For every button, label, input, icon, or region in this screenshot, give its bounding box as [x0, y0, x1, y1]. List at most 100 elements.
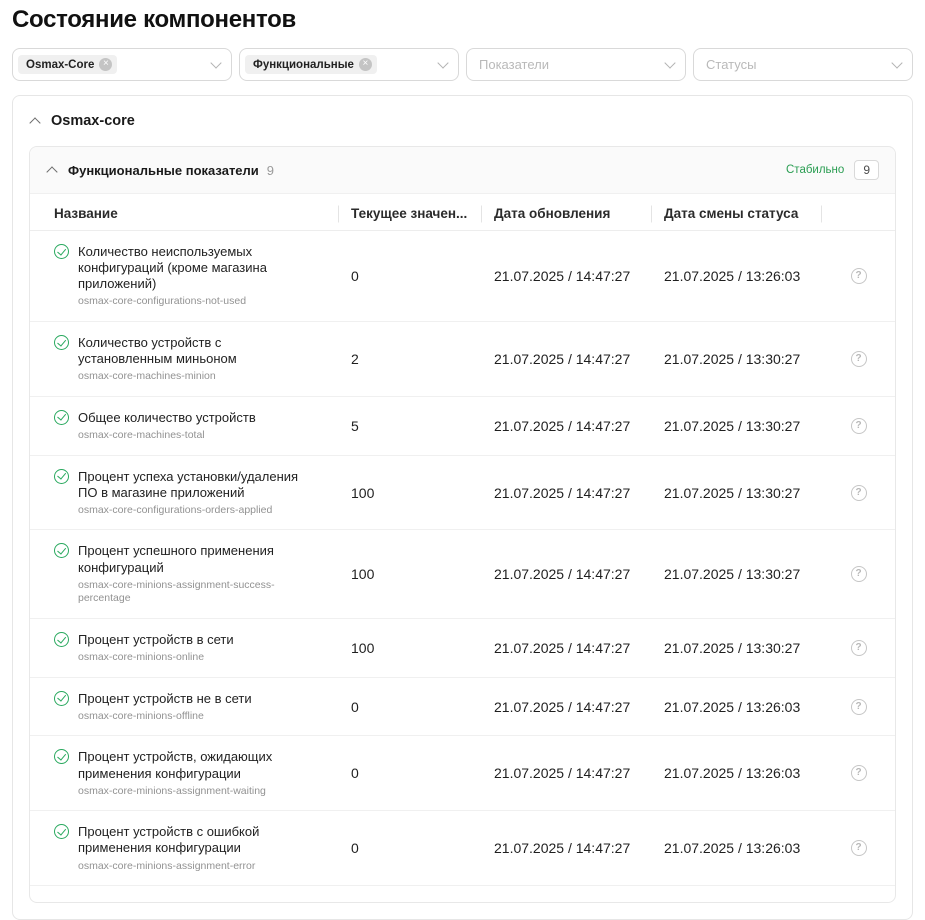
filter-components-select[interactable]: Osmax-Core [12, 48, 232, 81]
card-header: Функциональные показатели 9 Стабильно 9 [30, 147, 895, 194]
table-row: Количество устройств с установленным мин… [30, 322, 895, 397]
table-row: Количество неиспользуемых конфигураций (… [30, 231, 895, 322]
metric-status-changed: 21.07.2025 / 13:30:27 [652, 566, 822, 582]
help-icon[interactable] [851, 485, 867, 501]
metric-code: osmax-core-minions-online [78, 651, 234, 665]
help-icon[interactable] [851, 351, 867, 367]
chip-close-icon[interactable] [99, 58, 112, 71]
card-title: Функциональные показатели [68, 163, 259, 178]
metric-code: osmax-core-minions-offline [78, 710, 252, 724]
metric-value: 100 [339, 640, 482, 656]
metric-code: osmax-core-minions-assignment-waiting [78, 785, 306, 799]
metric-name: Процент успеха установки/удаления ПО в м… [78, 469, 306, 501]
metric-status-changed: 21.07.2025 / 13:26:03 [652, 268, 822, 284]
metric-code: osmax-core-configurations-not-used [78, 295, 306, 309]
filter-chip-label: Функциональные [253, 59, 354, 71]
column-header-name: Название [30, 206, 339, 221]
filter-indicators-select[interactable]: Показатели [466, 48, 686, 81]
filter-bar: Osmax-Core Функциональные Показатели Ста… [12, 48, 913, 81]
metric-updated: 21.07.2025 / 14:47:27 [482, 418, 652, 434]
status-ok-icon [54, 749, 69, 764]
table-row: Процент устройств не в сети osmax-core-m… [30, 678, 895, 737]
page-title: Состояние компонентов [12, 4, 913, 48]
metric-value: 100 [339, 485, 482, 501]
card-count: 9 [267, 163, 274, 178]
column-header-updated: Дата обновления [482, 206, 652, 221]
filter-chip-groups: Функциональные [245, 55, 377, 74]
metric-name: Общее количество устройств [78, 410, 256, 426]
help-icon[interactable] [851, 765, 867, 781]
metric-name: Процент устройств не в сети [78, 691, 252, 707]
filter-placeholder: Статусы [699, 57, 756, 72]
chevron-down-icon [891, 57, 902, 68]
metric-status-changed: 21.07.2025 / 13:30:27 [652, 485, 822, 501]
metric-name: Количество неиспользуемых конфигураций (… [78, 244, 306, 292]
metric-updated: 21.07.2025 / 14:47:27 [482, 268, 652, 284]
component-group-panel: Osmax-core Функциональные показатели 9 С… [12, 95, 913, 920]
metric-status-changed: 21.07.2025 / 13:30:27 [652, 640, 822, 656]
metric-code: osmax-core-minions-assignment-error [78, 860, 306, 874]
table-row: Процент устройств с ошибкой применения к… [30, 811, 895, 886]
metric-updated: 21.07.2025 / 14:47:27 [482, 566, 652, 582]
group-title: Osmax-core [51, 113, 135, 129]
metric-value: 2 [339, 351, 482, 367]
status-label: Стабильно [786, 164, 844, 176]
filter-chip-label: Osmax-Core [26, 59, 94, 71]
component-status-page: Состояние компонентов Osmax-Core Функцио… [0, 0, 925, 920]
metric-name: Процент устройств в сети [78, 632, 234, 648]
metric-code: osmax-core-machines-minion [78, 370, 306, 384]
filter-chip-components: Osmax-Core [18, 55, 117, 74]
metric-value: 0 [339, 699, 482, 715]
chip-close-icon[interactable] [359, 58, 372, 71]
metric-updated: 21.07.2025 / 14:47:27 [482, 640, 652, 656]
chevron-down-icon [437, 57, 448, 68]
metric-status-changed: 21.07.2025 / 13:30:27 [652, 351, 822, 367]
table-row: Общее количество устройств osmax-core-ma… [30, 397, 895, 456]
chevron-down-icon [210, 57, 221, 68]
metric-code: osmax-core-minions-assignment-success-pe… [78, 579, 306, 606]
metric-name: Процент успешного применения конфигураци… [78, 543, 306, 575]
filter-statuses-select[interactable]: Статусы [693, 48, 913, 81]
metric-name: Количество устройств с установленным мин… [78, 335, 306, 367]
help-icon[interactable] [851, 840, 867, 856]
metric-code: osmax-core-machines-total [78, 429, 256, 443]
metric-updated: 21.07.2025 / 14:47:27 [482, 485, 652, 501]
status-ok-icon [54, 469, 69, 484]
indicators-card: Функциональные показатели 9 Стабильно 9 … [29, 146, 896, 903]
metric-updated: 21.07.2025 / 14:47:27 [482, 765, 652, 781]
status-ok-icon [54, 410, 69, 425]
table-row: Процент успеха установки/удаления ПО в м… [30, 456, 895, 531]
table-row: Процент устройств в сети osmax-core-mini… [30, 619, 895, 678]
metric-value: 5 [339, 418, 482, 434]
metric-name: Процент устройств, ожидающих применения … [78, 749, 306, 781]
table-row: Процент устройств, ожидающих применения … [30, 736, 895, 811]
metric-name: Процент устройств с ошибкой применения к… [78, 824, 306, 856]
status-ok-icon [54, 335, 69, 350]
status-ok-icon [54, 691, 69, 706]
metric-status-changed: 21.07.2025 / 13:30:27 [652, 418, 822, 434]
chevron-up-icon[interactable] [46, 166, 57, 177]
column-header-value: Текущее значен... [339, 206, 482, 221]
chevron-down-icon [664, 57, 675, 68]
filter-groups-select[interactable]: Функциональные [239, 48, 459, 81]
metric-code: osmax-core-configurations-orders-applied [78, 504, 306, 518]
status-ok-icon [54, 244, 69, 259]
status-ok-icon [54, 543, 69, 558]
help-icon[interactable] [851, 566, 867, 582]
metric-status-changed: 21.07.2025 / 13:26:03 [652, 765, 822, 781]
status-count-badge: 9 [854, 160, 879, 180]
help-icon[interactable] [851, 268, 867, 284]
help-icon[interactable] [851, 699, 867, 715]
metric-updated: 21.07.2025 / 14:47:27 [482, 699, 652, 715]
filter-placeholder: Показатели [472, 57, 549, 72]
status-ok-icon [54, 824, 69, 839]
column-header-status-changed: Дата смены статуса [652, 206, 822, 221]
metric-status-changed: 21.07.2025 / 13:26:03 [652, 699, 822, 715]
table-row: Процент успешного применения конфигураци… [30, 530, 895, 619]
help-icon[interactable] [851, 418, 867, 434]
metric-status-changed: 21.07.2025 / 13:26:03 [652, 840, 822, 856]
group-header: Osmax-core [13, 96, 912, 144]
help-icon[interactable] [851, 640, 867, 656]
chevron-up-icon[interactable] [29, 117, 40, 128]
metric-value: 0 [339, 765, 482, 781]
